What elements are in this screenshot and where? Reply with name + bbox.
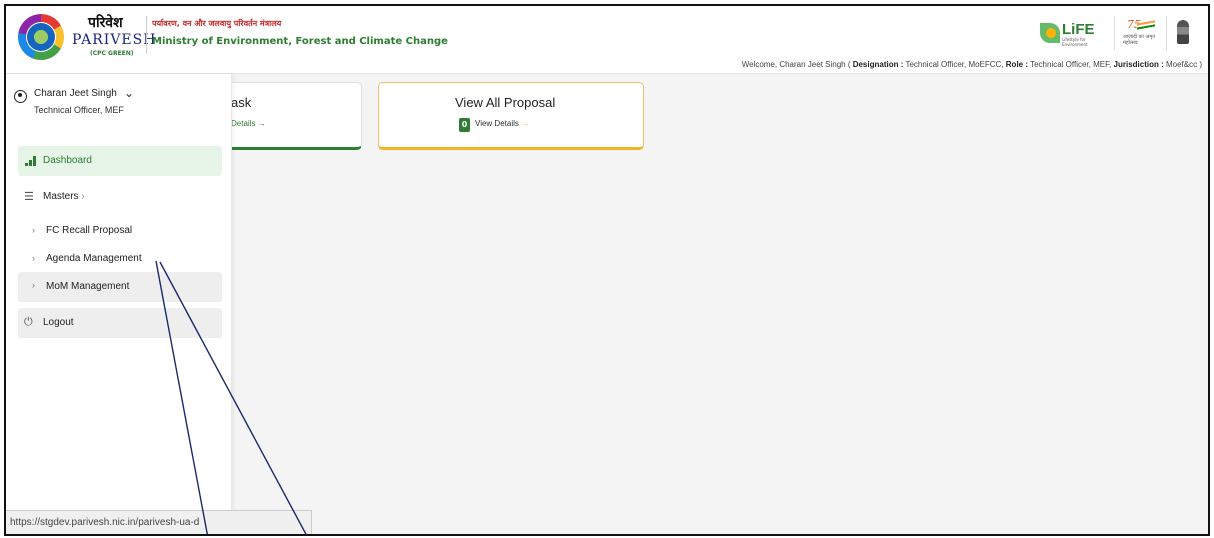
sidebar-item-label: Masters › — [43, 191, 85, 202]
jurisdiction-value: Moef&cc ) — [1163, 60, 1202, 69]
sidebar-item-dashboard[interactable]: Dashboard — [18, 146, 222, 176]
bar-chart-icon — [25, 156, 37, 166]
task-card-title: ask — [231, 95, 252, 110]
chevron-down-icon[interactable]: ⌄ — [124, 86, 134, 100]
user-role: Technical Officer, MEF — [34, 105, 124, 115]
sidebar-item-mom[interactable]: › MoM Management — [18, 272, 222, 302]
life-sun-icon — [1046, 28, 1056, 38]
sidebar-item-agenda[interactable]: › Agenda Management — [18, 246, 222, 272]
proposal-view-details-link[interactable]: View Details → — [475, 119, 529, 128]
header-divider — [146, 16, 147, 54]
arrow-right-icon: → — [521, 119, 530, 128]
sidebar: Charan Jeet Singh ⌄ Technical Officer, M… — [6, 74, 232, 514]
sidebar-item-label: MoM Management — [46, 281, 130, 292]
proposal-count-badge: 0 — [459, 118, 470, 132]
arrow-right-icon: → — [257, 119, 266, 128]
view-all-proposal-card[interactable]: View All Proposal 0 View Details → — [378, 82, 644, 150]
proposal-card-title: View All Proposal — [455, 95, 556, 110]
ministry-name: Ministry of Environment, Forest and Clim… — [152, 36, 448, 47]
life-logo-text: LiFE — [1062, 21, 1095, 38]
sidebar-item-label: Agenda Management — [46, 253, 142, 264]
life-logo-subtext: Lifestyle for Environment — [1062, 37, 1088, 47]
brand-name: PARIVESH — [72, 32, 157, 48]
designation-label: Designation : — [852, 60, 904, 69]
azadi-text: आज़ादी का अमृत महोत्सव — [1123, 34, 1156, 46]
ministry-hindi: पर्यावरण, वन और जलवायु परिवर्तन मंत्रालय — [152, 19, 282, 28]
sidebar-item-logout[interactable]: ⏻ Logout — [18, 308, 222, 338]
top-header: परिवेश PARIVESH (CPC GREEN) पर्यावरण, वन… — [6, 6, 1208, 74]
designation-value: Technical Officer, MoEFCC, — [903, 60, 1006, 69]
welcome-banner: Welcome, Charan Jeet Singh ( Designation… — [742, 60, 1202, 69]
chevron-right-icon: › — [81, 191, 85, 202]
status-bar-url: https://stgdev.parivesh.nic.in/parivesh-… — [6, 510, 312, 534]
chevron-right-icon: › — [32, 280, 35, 290]
user-name: Charan Jeet Singh — [34, 88, 117, 99]
jurisdiction-label: Jurisdiction : — [1113, 60, 1164, 69]
emblem-icon — [1177, 20, 1189, 44]
user-profile-menu[interactable]: Charan Jeet Singh ⌄ Technical Officer, M… — [14, 86, 224, 128]
role-label: Role : — [1005, 60, 1029, 69]
user-icon — [14, 90, 27, 103]
brand-subtitle: (CPC GREEN) — [90, 50, 134, 57]
browser-frame: परिवेश PARIVESH (CPC GREEN) पर्यावरण, वन… — [4, 4, 1210, 536]
national-emblem — [1166, 16, 1196, 50]
life-logo: LiFE Lifestyle for Environment — [1036, 20, 1108, 47]
proposal-link-text: View Details — [475, 119, 519, 128]
sidebar-item-label: Dashboard — [43, 155, 92, 166]
task-view-details-link[interactable]: Details → — [231, 119, 266, 128]
sidebar-item-label: FC Recall Proposal — [46, 225, 133, 236]
chevron-right-icon: › — [32, 225, 35, 235]
parivesh-globe-icon — [27, 23, 55, 51]
sidebar-item-masters[interactable]: ☰ Masters › — [18, 182, 222, 212]
brand-hindi: परिवेश — [88, 15, 123, 31]
azadi-logo: 75 आज़ादी का अमृत महोत्सव — [1114, 16, 1158, 50]
role-value: Technical Officer, MEF, — [1028, 60, 1114, 69]
sidebar-item-fc-recall[interactable]: › FC Recall Proposal — [18, 218, 222, 244]
masters-label: Masters — [43, 191, 79, 202]
welcome-prefix: Welcome, Charan Jeet Singh ( — [741, 60, 853, 69]
sidebar-item-label: Logout — [43, 317, 74, 328]
chevron-right-icon: › — [32, 253, 35, 263]
task-link-text: Details — [231, 119, 256, 128]
power-icon: ⏻ — [24, 316, 33, 328]
list-icon: ☰ — [24, 191, 34, 203]
